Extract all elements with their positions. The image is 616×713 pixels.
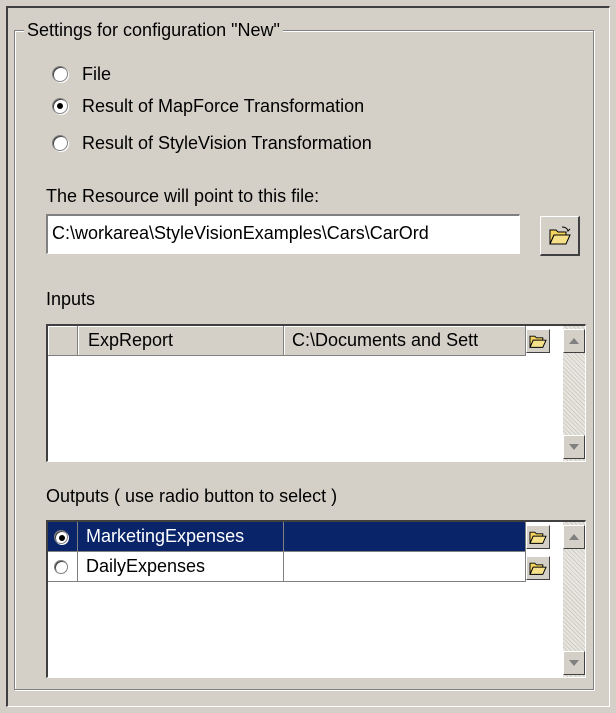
table-row[interactable]: DailyExpenses	[48, 552, 526, 582]
output-radio-cell[interactable]	[48, 552, 78, 582]
arrow-up-icon	[569, 534, 579, 540]
output-browse-button[interactable]	[526, 556, 550, 580]
inputs-scrollbar[interactable]	[563, 326, 585, 461]
table-row[interactable]: MarketingExpenses	[48, 522, 526, 552]
output-name-cell[interactable]: MarketingExpenses	[78, 522, 284, 552]
output-radio-daily[interactable]	[54, 559, 68, 574]
folder-open-icon	[548, 226, 571, 244]
radio-option-mapforce[interactable]: Result of MapForce Transformation	[52, 94, 364, 118]
scroll-down-button[interactable]	[563, 435, 585, 459]
radio-stylevision-label: Result of StyleVision Transformation	[82, 132, 372, 153]
input-path-cell[interactable]: C:\Documents and Sett	[284, 326, 526, 356]
folder-open-icon	[529, 335, 547, 348]
radio-mapforce[interactable]	[52, 98, 68, 114]
group-title: Settings for configuration "New"	[24, 20, 283, 41]
output-browse-button[interactable]	[526, 525, 550, 549]
file-path-label: The Resource will point to this file:	[46, 186, 320, 206]
scroll-up-button[interactable]	[563, 525, 585, 549]
radio-option-file[interactable]: File	[52, 62, 111, 86]
output-radio-cell[interactable]	[48, 522, 78, 552]
radio-mapforce-label: Result of MapForce Transformation	[82, 95, 365, 116]
radio-stylevision[interactable]	[52, 135, 68, 151]
scroll-up-button[interactable]	[563, 329, 585, 353]
scroll-down-button[interactable]	[563, 651, 585, 675]
input-browse-button[interactable]	[526, 329, 550, 353]
arrow-up-icon	[569, 338, 579, 344]
file-path-field[interactable]: C:\workarea\StyleVisionExamples\Cars\Car…	[46, 214, 520, 254]
output-path-cell[interactable]	[284, 522, 526, 552]
outputs-label: Outputs ( use radio button to select )	[46, 486, 338, 506]
outputs-scrollbar[interactable]	[563, 522, 585, 677]
input-path-text: C:\Documents and Sett	[292, 330, 479, 350]
outputs-grid: MarketingExpenses DailyExpenses	[46, 520, 586, 678]
table-row[interactable]: ExpReport C:\Documents and Sett	[48, 326, 526, 356]
radio-file-label: File	[82, 63, 112, 84]
folder-open-icon	[529, 531, 547, 544]
output-name-cell[interactable]: DailyExpenses	[78, 552, 284, 582]
row-header-cell	[48, 326, 78, 356]
radio-option-stylevision[interactable]: Result of StyleVision Transformation	[52, 131, 372, 155]
folder-open-icon	[529, 562, 547, 575]
input-name-cell[interactable]: ExpReport	[78, 326, 284, 356]
inputs-grid: ExpReport C:\Documents and Sett	[46, 324, 586, 462]
inputs-label: Inputs	[46, 289, 96, 309]
arrow-down-icon	[569, 660, 579, 666]
radio-file[interactable]	[52, 66, 68, 82]
output-path-cell[interactable]	[284, 552, 526, 582]
output-radio-marketing[interactable]	[54, 529, 68, 544]
arrow-down-icon	[569, 444, 579, 450]
browse-file-button[interactable]	[540, 216, 580, 256]
